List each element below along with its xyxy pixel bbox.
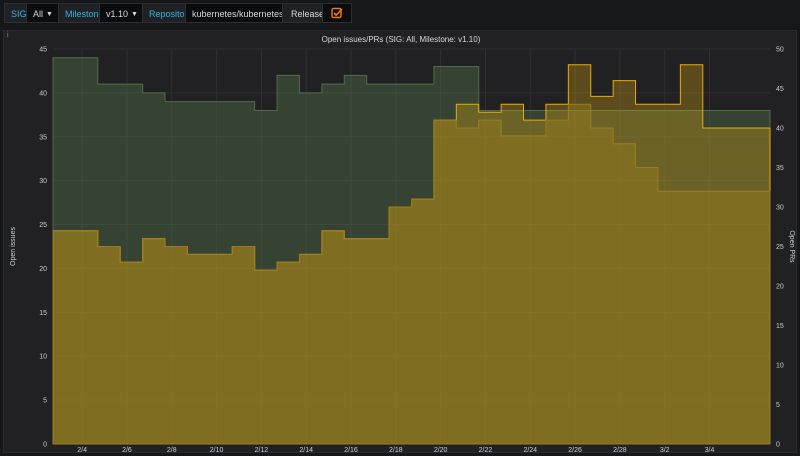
y-axis-label-right: Open PRs <box>788 230 795 263</box>
x-tick: 2/18 <box>389 447 403 454</box>
x-tick: 2/8 <box>167 447 177 454</box>
x-tick: 2/14 <box>299 447 313 454</box>
milestone-dropdown[interactable]: v1.10 ▼ <box>99 3 145 23</box>
chart-canvas: 0 5 10 15 20 25 30 35 40 45 0 5 10 15 20 25 30 35 40 45 50 2/… <box>10 47 795 455</box>
x-tick: 2/10 <box>210 447 224 454</box>
caret-down-icon: ▼ <box>46 11 53 18</box>
x-tick: 3/2 <box>660 447 670 454</box>
y-tick-right: 5 <box>776 402 780 409</box>
x-tick: 2/20 <box>434 447 448 454</box>
y-tick-left: 30 <box>39 178 47 185</box>
caret-down-icon: ▼ <box>131 11 138 18</box>
y-tick-right: 30 <box>776 205 784 212</box>
y-tick-left: 20 <box>39 266 47 273</box>
chart-series <box>52 57 771 445</box>
y-axis-label-left: Open issues <box>10 227 17 266</box>
milestone-value: v1.10 <box>106 9 129 19</box>
y-tick-right: 10 <box>776 363 784 370</box>
y-tick-left: 10 <box>39 354 47 361</box>
checkbox-checked-icon <box>331 7 343 19</box>
x-tick: 2/26 <box>568 447 582 454</box>
chart-panel: i Open issues/PRs (SIG: All, Milestone: … <box>3 30 797 455</box>
y-tick-left: 25 <box>39 222 47 229</box>
sig-value: All <box>33 9 44 19</box>
y-tick-right: 15 <box>776 323 784 330</box>
x-tick: 2/16 <box>344 447 358 454</box>
y-tick-right: 20 <box>776 284 784 291</box>
releases-checkbox[interactable] <box>322 3 352 23</box>
x-tick: 2/28 <box>613 447 627 454</box>
y-tick-right: 25 <box>776 244 784 251</box>
x-tick: 2/4 <box>77 447 87 454</box>
y-tick-right: 35 <box>776 165 784 172</box>
x-tick: 2/12 <box>255 447 269 454</box>
y-tick-left: 0 <box>43 442 47 449</box>
y-tick-right: 45 <box>776 86 784 93</box>
y-tick-left: 35 <box>39 134 47 141</box>
y-tick-right: 40 <box>776 126 784 133</box>
variable-toolbar: SIG All ▼ Milestone v1.10 ▼ Repository kub… <box>0 0 800 27</box>
y-tick-left: 45 <box>39 47 47 54</box>
x-tick: 2/22 <box>479 447 493 454</box>
x-tick: 2/24 <box>523 447 537 454</box>
repository-value: kubernetes/kubernetes <box>192 9 284 19</box>
y-tick-left: 15 <box>39 310 47 317</box>
y-tick-left: 5 <box>43 398 47 405</box>
x-tick: 3/4 <box>705 447 715 454</box>
y-tick-right: 50 <box>776 47 784 54</box>
y-tick-right: 0 <box>776 442 780 449</box>
y-tick-left: 40 <box>39 90 47 97</box>
x-tick: 2/6 <box>122 447 132 454</box>
sig-dropdown[interactable]: All ▼ <box>26 3 60 23</box>
